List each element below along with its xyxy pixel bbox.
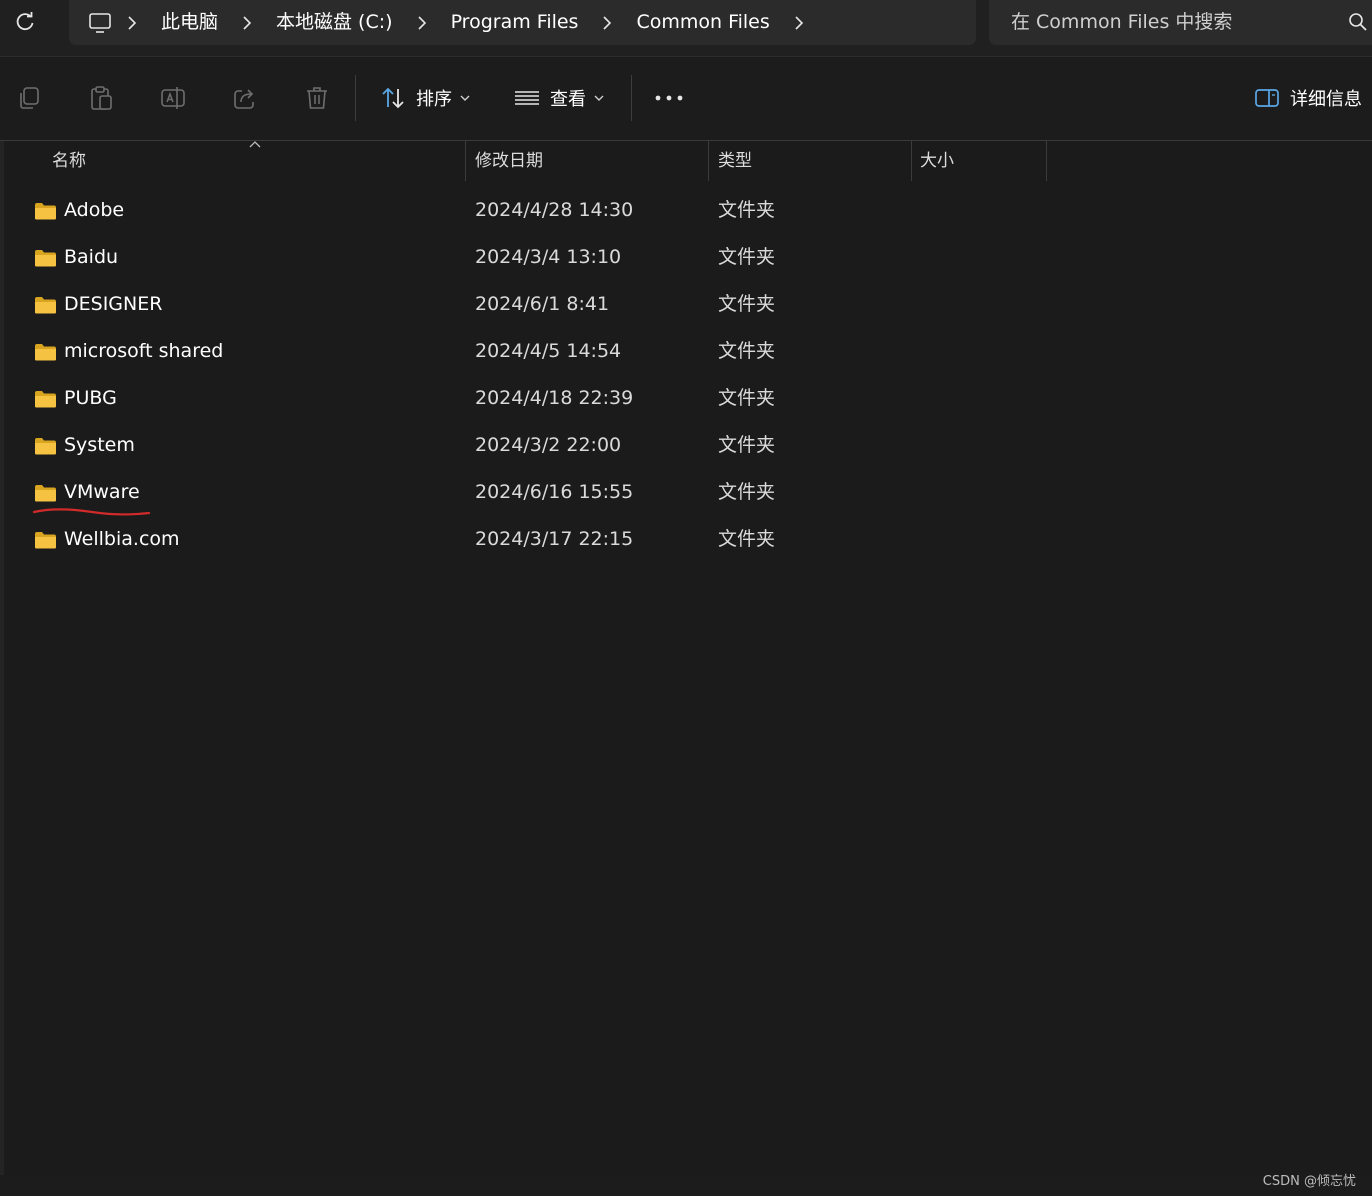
column-header-date[interactable]: 修改日期 xyxy=(475,141,705,181)
search-input[interactable]: 在 Common Files 中搜索 xyxy=(989,0,1372,45)
file-type: 文件夹 xyxy=(718,340,776,362)
file-type: 文件夹 xyxy=(718,481,776,503)
file-type: 文件夹 xyxy=(718,528,776,550)
folder-icon xyxy=(35,485,56,502)
table-row[interactable]: Wellbia.com 2024/3/17 22:15 文件夹 xyxy=(26,516,1026,563)
delete-icon[interactable] xyxy=(304,85,330,111)
details-pane-icon xyxy=(1255,89,1279,107)
file-list[interactable]: 名称 修改日期 类型 大小 Adobe 2024/4/28 14:30 文件夹 Bai… xyxy=(4,141,1372,1175)
column-resize-handle[interactable] xyxy=(1046,141,1047,181)
toolbar-divider xyxy=(355,75,356,121)
address-bar[interactable]: 此电脑 本地磁盘 (C:) Program Files Common Files xyxy=(69,0,976,45)
table-row[interactable]: microsoft shared 2024/4/5 14:54 文件夹 xyxy=(26,328,1026,375)
breadcrumb-program-files[interactable]: Program Files xyxy=(437,0,593,45)
column-header-type[interactable]: 类型 xyxy=(718,141,908,181)
refresh-button[interactable] xyxy=(8,6,42,38)
table-row[interactable]: DESIGNER 2024/6/1 8:41 文件夹 xyxy=(26,281,1026,328)
details-pane-button[interactable]: 详细信息 xyxy=(1254,81,1362,115)
folder-icon xyxy=(35,297,56,314)
more-options-button[interactable] xyxy=(652,81,686,115)
file-name[interactable]: System xyxy=(64,422,135,469)
table-row[interactable]: System 2024/3/2 22:00 文件夹 xyxy=(26,422,1026,469)
table-row[interactable]: Baidu 2024/3/4 13:10 文件夹 xyxy=(26,234,1026,281)
file-type: 文件夹 xyxy=(718,293,776,315)
column-header-size[interactable]: 大小 xyxy=(920,141,1040,181)
breadcrumb-local-disk[interactable]: 本地磁盘 (C:) xyxy=(262,0,407,45)
sort-icon xyxy=(382,87,404,109)
search-icon[interactable] xyxy=(1348,12,1368,32)
status-bar xyxy=(0,1175,1372,1196)
table-row[interactable]: PUBG 2024/4/18 22:39 文件夹 xyxy=(26,375,1026,422)
column-resize-handle[interactable] xyxy=(911,141,912,181)
file-name[interactable]: Wellbia.com xyxy=(64,516,180,563)
folder-icon xyxy=(35,438,56,455)
paste-icon[interactable] xyxy=(88,85,114,111)
chevron-right-icon[interactable] xyxy=(592,0,622,45)
chevron-down-icon xyxy=(594,95,604,101)
chevron-down-icon xyxy=(460,95,470,101)
column-header-name[interactable]: 名称 xyxy=(52,141,464,181)
red-underline-annotation xyxy=(32,508,151,516)
file-modified-date: 2024/3/17 22:15 xyxy=(475,528,634,550)
breadcrumb-common-files[interactable]: Common Files xyxy=(622,0,783,45)
file-name[interactable]: Baidu xyxy=(64,234,118,281)
column-resize-handle[interactable] xyxy=(708,141,709,181)
search-placeholder: 在 Common Files 中搜索 xyxy=(1011,11,1233,33)
file-name[interactable]: DESIGNER xyxy=(64,281,162,328)
file-modified-date: 2024/3/2 22:00 xyxy=(475,434,622,456)
table-row[interactable]: VMware 2024/6/16 15:55 文件夹 xyxy=(26,469,1026,516)
navigation-bar: 此电脑 本地磁盘 (C:) Program Files Common Files… xyxy=(0,0,1372,57)
chevron-right-icon[interactable] xyxy=(117,0,147,45)
file-modified-date: 2024/4/28 14:30 xyxy=(475,199,634,221)
toolbar-divider xyxy=(631,75,632,121)
view-label: 查看 xyxy=(550,89,586,110)
more-icon xyxy=(655,95,683,101)
file-name[interactable]: Adobe xyxy=(64,187,124,234)
breadcrumb-this-pc[interactable]: 此电脑 xyxy=(147,0,232,45)
view-button[interactable]: 查看 xyxy=(514,81,604,115)
chevron-right-icon[interactable] xyxy=(407,0,437,45)
rename-icon[interactable] xyxy=(160,85,186,111)
file-name[interactable]: microsoft shared xyxy=(64,328,223,375)
chevron-right-icon[interactable] xyxy=(784,0,814,45)
sort-button[interactable]: 排序 xyxy=(380,81,470,115)
folder-icon xyxy=(35,391,56,408)
list-view-icon xyxy=(515,91,539,105)
column-header-row: 名称 修改日期 类型 大小 xyxy=(4,141,1054,181)
this-pc-icon[interactable] xyxy=(83,0,117,45)
column-resize-handle[interactable] xyxy=(465,141,466,181)
table-row[interactable]: Adobe 2024/4/28 14:30 文件夹 xyxy=(26,187,1026,234)
details-label: 详细信息 xyxy=(1290,89,1362,110)
folder-icon xyxy=(35,203,56,220)
folder-icon xyxy=(35,344,56,361)
command-bar: 排序 查看 详细信息 xyxy=(0,57,1372,141)
file-type: 文件夹 xyxy=(718,199,776,221)
file-type: 文件夹 xyxy=(718,387,776,409)
file-modified-date: 2024/4/18 22:39 xyxy=(475,387,634,409)
watermark: CSDN @倾忘忧 xyxy=(1262,1174,1356,1189)
file-modified-date: 2024/4/5 14:54 xyxy=(475,340,622,362)
folder-icon xyxy=(35,250,56,267)
sort-label: 排序 xyxy=(416,89,452,110)
share-icon[interactable] xyxy=(232,85,258,111)
refresh-icon xyxy=(16,12,34,31)
copy-icon[interactable] xyxy=(16,85,42,111)
chevron-right-icon[interactable] xyxy=(232,0,262,45)
file-name[interactable]: PUBG xyxy=(64,375,117,422)
file-modified-date: 2024/3/4 13:10 xyxy=(475,246,622,268)
file-type: 文件夹 xyxy=(718,434,776,456)
file-modified-date: 2024/6/1 8:41 xyxy=(475,293,610,315)
file-type: 文件夹 xyxy=(718,246,776,268)
folder-icon xyxy=(35,532,56,549)
file-modified-date: 2024/6/16 15:55 xyxy=(475,481,634,503)
